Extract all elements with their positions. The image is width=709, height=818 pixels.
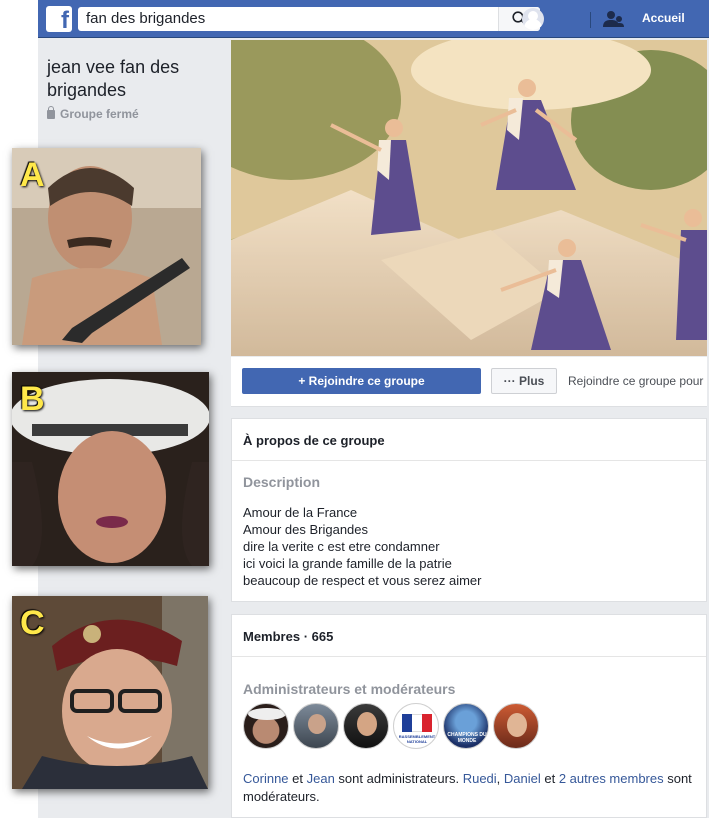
admins-heading: Administrateurs et modérateurs: [243, 681, 456, 697]
top-navigation-bar: f fan des brigandes Accueil: [38, 0, 709, 38]
admin-avatar[interactable]: [343, 703, 389, 749]
photo-b: B: [12, 372, 209, 566]
rassemblement-badge: RASSEMBLEMENT NATIONAL: [398, 734, 436, 744]
photo-c: C: [12, 596, 208, 789]
photo-a: A: [12, 148, 201, 345]
group-description: Amour de la France Amour des Brigandes d…: [243, 504, 481, 589]
description-line: ici voici la grande famille de la patrie: [243, 556, 452, 571]
about-title: À propos de ce groupe: [243, 433, 385, 448]
members-card: Membres · 665 Administrateurs et modérat…: [231, 614, 707, 818]
label-b: B: [20, 380, 45, 418]
admin-avatar[interactable]: RASSEMBLEMENT NATIONAL: [393, 703, 439, 749]
join-group-button[interactable]: + Rejoindre ce groupe: [242, 368, 481, 394]
label-a: A: [20, 156, 45, 194]
admin-avatar[interactable]: [243, 703, 289, 749]
nav-separator: [590, 12, 591, 28]
group-action-bar: + Rejoindre ce groupe ··· Plus Rejoindre…: [231, 357, 707, 407]
group-title[interactable]: jean vee fan des brigandes: [47, 56, 227, 102]
admin-avatar[interactable]: [293, 703, 339, 749]
divider: [232, 460, 706, 461]
description-line: Amour de la France: [243, 505, 358, 520]
group-cover-photo[interactable]: [231, 40, 707, 356]
sentence-text: et: [288, 771, 307, 786]
sentence-text: sont administrateurs.: [334, 771, 463, 786]
admins-sentence: Corinne et Jean sont administrateurs. Ru…: [243, 770, 703, 806]
admin-link[interactable]: Jean: [307, 771, 335, 786]
search-value: fan des brigandes: [86, 10, 206, 27]
join-hint-text: Rejoindre ce groupe pour: [568, 374, 704, 388]
moderator-link[interactable]: Daniel: [504, 771, 541, 786]
description-line: Amour des Brigandes: [243, 522, 369, 537]
privacy-label: Groupe fermé: [60, 107, 139, 121]
other-moderators-link[interactable]: 2 autres membres: [559, 771, 664, 786]
lock-icon: [47, 106, 55, 119]
cover-illustration: [231, 40, 707, 356]
about-group-card: À propos de ce groupe Description Amour …: [231, 418, 707, 602]
champions-badge: CHAMPIONS DU MONDE: [447, 732, 487, 744]
more-button[interactable]: ··· Plus: [491, 368, 557, 394]
members-title[interactable]: Membres · 665: [243, 629, 333, 644]
home-link[interactable]: Accueil: [642, 11, 685, 25]
moderator-link[interactable]: Ruedi: [463, 771, 497, 786]
sentence-text: ,: [496, 771, 504, 786]
description-heading: Description: [243, 474, 321, 490]
divider: [232, 656, 706, 657]
description-line: beaucoup de respect et vous serez aimer: [243, 573, 482, 588]
description-line: dire la verite c est etre condamner: [243, 539, 440, 554]
facebook-logo-icon[interactable]: f: [46, 6, 72, 34]
admin-avatar[interactable]: CHAMPIONS DU MONDE: [443, 703, 489, 749]
admin-link[interactable]: Corinne: [243, 771, 289, 786]
search-input[interactable]: fan des brigandes: [78, 7, 540, 31]
admin-avatar[interactable]: [493, 703, 539, 749]
label-c: C: [20, 604, 45, 642]
profile-avatar-icon[interactable]: [522, 8, 544, 30]
sentence-text: et: [540, 771, 559, 786]
friend-requests-icon[interactable]: [603, 10, 625, 28]
group-privacy: Groupe fermé: [47, 106, 139, 121]
